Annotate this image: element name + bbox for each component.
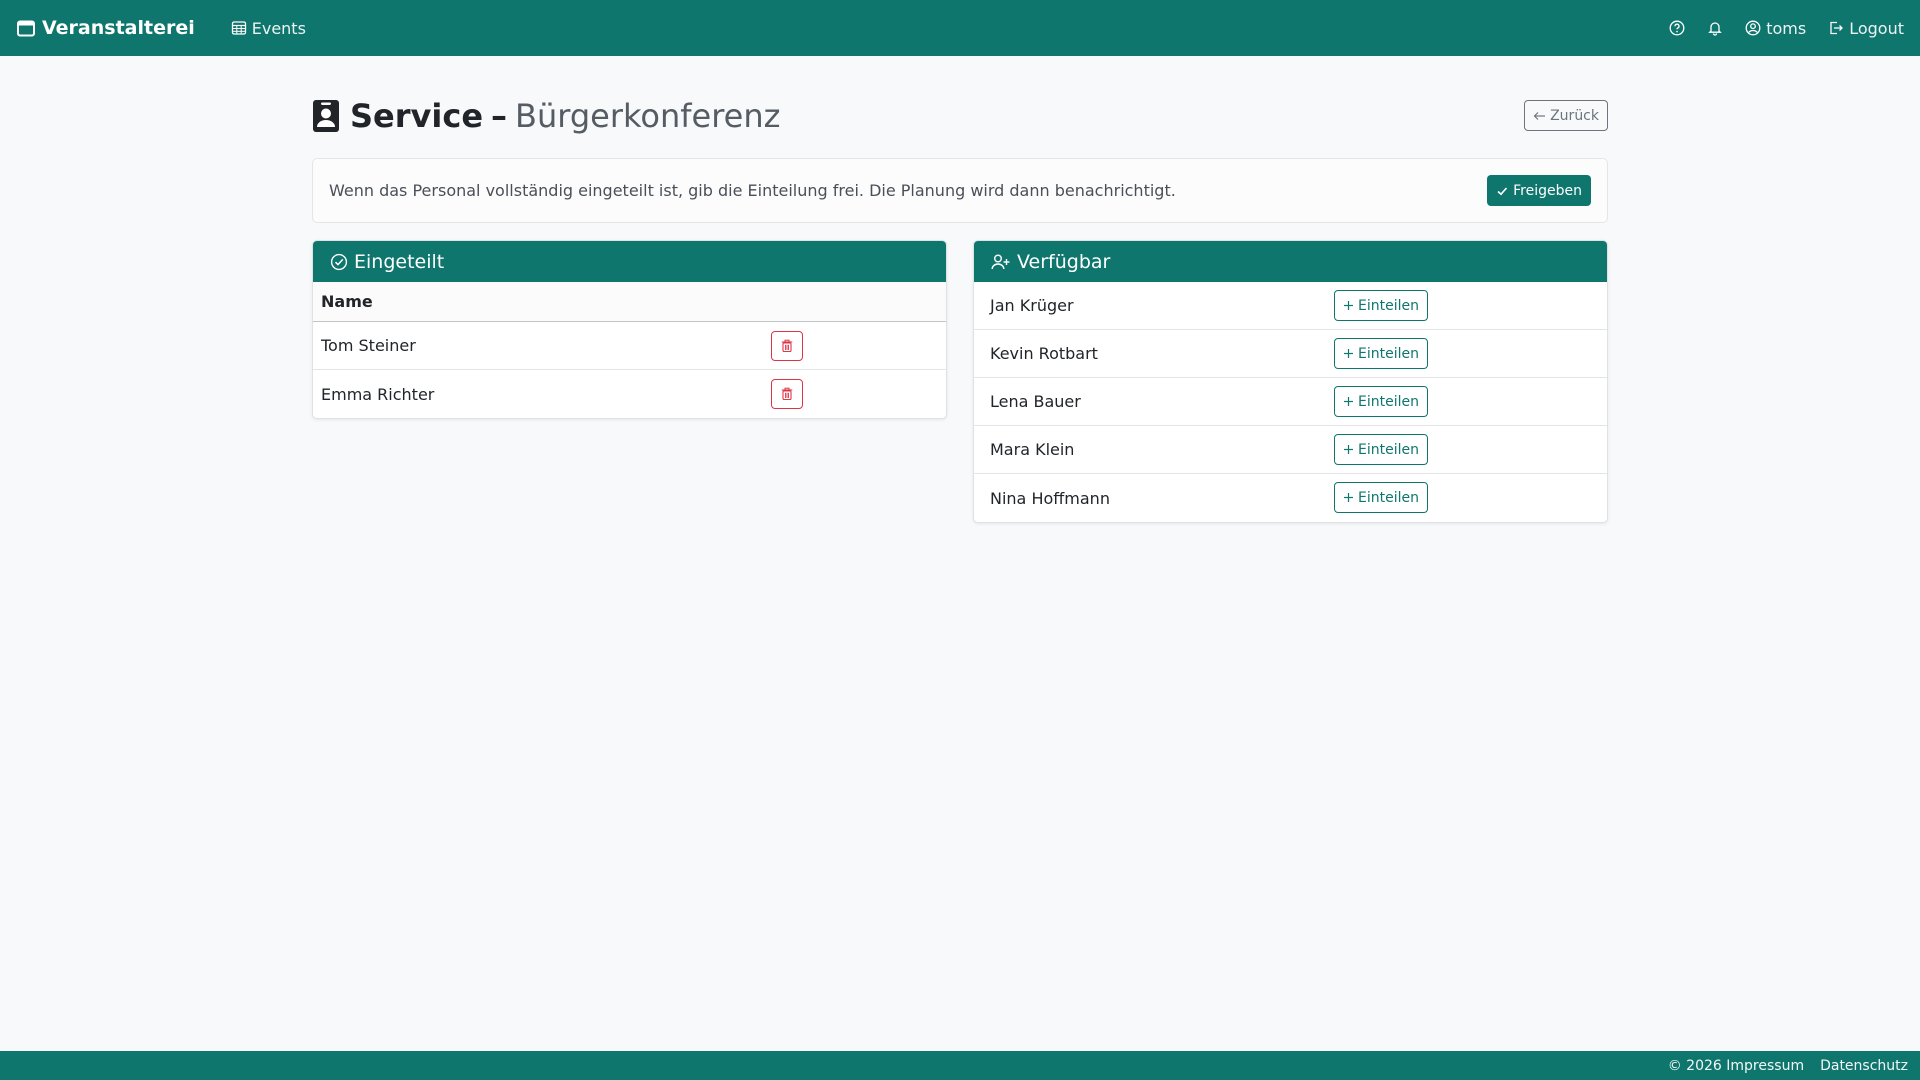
assigned-card: Eingeteilt Name Tom Steiner Emma Richter	[312, 240, 947, 419]
plus-icon	[1343, 300, 1354, 311]
assigned-card-header: Eingeteilt	[313, 241, 946, 282]
user-menu[interactable]: toms	[1745, 19, 1806, 38]
assign-button[interactable]: Einteilen	[1334, 290, 1428, 321]
assign-label: Einteilen	[1358, 441, 1419, 458]
user-circle-icon	[1745, 20, 1761, 36]
available-row: Nina Hoffmann Einteilen	[974, 474, 1607, 522]
assigned-row: Tom Steiner	[313, 322, 946, 370]
title-event: Bürgerkonferenz	[515, 97, 781, 135]
nav-events-label: Events	[251, 18, 306, 38]
page-title: Service – Bürgerkonferenz	[312, 97, 780, 135]
assign-button[interactable]: Einteilen	[1334, 434, 1428, 465]
page-header: Service – Bürgerkonferenz Zurück	[312, 56, 1608, 174]
available-person-name: Jan Krüger	[990, 296, 1074, 315]
remove-assignment-button[interactable]	[771, 331, 803, 361]
available-row: Kevin Rotbart Einteilen	[974, 330, 1607, 378]
top-navbar: Veranstalterei Events toms Logout	[0, 0, 1920, 56]
table-icon	[231, 20, 247, 36]
available-row: Jan Krüger Einteilen	[974, 282, 1607, 330]
title-main: Service	[350, 97, 484, 135]
brand-name: Veranstalterei	[42, 17, 195, 39]
main-content: Service – Bürgerkonferenz Zurück Wenn da…	[312, 56, 1608, 523]
assign-label: Einteilen	[1358, 393, 1419, 410]
available-row: Mara Klein Einteilen	[974, 426, 1607, 474]
available-person-name: Kevin Rotbart	[990, 344, 1098, 363]
assigned-row: Emma Richter	[313, 370, 946, 418]
check-circle-icon	[330, 253, 348, 271]
available-rows: Jan Krüger Einteilen Kevin Rotbart Einteile…	[974, 282, 1607, 522]
nav-right: toms Logout	[1669, 19, 1904, 38]
available-card-header: Verfügbar	[974, 241, 1607, 282]
available-card: Verfügbar Jan Krüger Einteilen Kevin Rotba…	[973, 240, 1608, 523]
assigned-title: Eingeteilt	[354, 250, 445, 273]
assign-button[interactable]: Einteilen	[1334, 338, 1428, 369]
available-person-name: Nina Hoffmann	[990, 488, 1110, 508]
arrow-left-icon	[1533, 110, 1546, 122]
assigned-table-header: Name	[313, 282, 946, 322]
plus-icon	[1343, 444, 1354, 455]
assign-button[interactable]: Einteilen	[1334, 386, 1428, 417]
footer-impressum-link[interactable]: © 2026 Impressum	[1668, 1058, 1804, 1074]
assigned-rows: Tom Steiner Emma Richter	[313, 322, 946, 418]
available-row: Lena Bauer Einteilen	[974, 378, 1607, 426]
assigned-person-name: Emma Richter	[321, 384, 435, 404]
assign-label: Einteilen	[1358, 297, 1419, 314]
release-notice: Wenn das Personal vollständig eingeteilt…	[312, 158, 1608, 223]
footer-privacy-link[interactable]: Datenschutz	[1820, 1058, 1908, 1074]
person-add-icon	[991, 253, 1011, 271]
available-person-name: Lena Bauer	[990, 392, 1081, 411]
trash-icon	[780, 387, 794, 401]
badge-person-icon	[312, 99, 340, 133]
back-button[interactable]: Zurück	[1524, 100, 1608, 131]
assign-button[interactable]: Einteilen	[1334, 482, 1428, 513]
plus-icon	[1343, 492, 1354, 503]
assign-label: Einteilen	[1358, 489, 1419, 506]
title-dash: –	[491, 97, 508, 135]
release-label: Freigeben	[1513, 182, 1582, 199]
notice-text: Wenn das Personal vollständig eingeteilt…	[329, 181, 1176, 200]
column-name: Name	[321, 292, 373, 311]
calendar-icon	[16, 18, 36, 38]
brand-link[interactable]: Veranstalterei	[16, 17, 195, 39]
available-person-name: Mara Klein	[990, 440, 1075, 459]
remove-assignment-button[interactable]	[771, 379, 803, 409]
help-icon[interactable]	[1669, 20, 1685, 36]
nav-events[interactable]: Events	[231, 19, 306, 38]
logout-link[interactable]: Logout	[1828, 19, 1904, 38]
plus-icon	[1343, 348, 1354, 359]
available-title: Verfügbar	[1017, 250, 1111, 273]
bell-icon[interactable]	[1707, 20, 1723, 36]
footer: © 2026 Impressum Datenschutz	[0, 1051, 1920, 1080]
assigned-person-name: Tom Steiner	[321, 336, 416, 355]
back-label: Zurück	[1550, 107, 1599, 124]
assign-label: Einteilen	[1358, 345, 1419, 362]
logout-icon	[1828, 20, 1844, 36]
check-icon	[1496, 185, 1508, 197]
trash-icon	[780, 339, 794, 353]
logout-label: Logout	[1849, 18, 1904, 38]
release-button[interactable]: Freigeben	[1487, 175, 1591, 206]
plus-icon	[1343, 396, 1354, 407]
username: toms	[1766, 18, 1807, 38]
